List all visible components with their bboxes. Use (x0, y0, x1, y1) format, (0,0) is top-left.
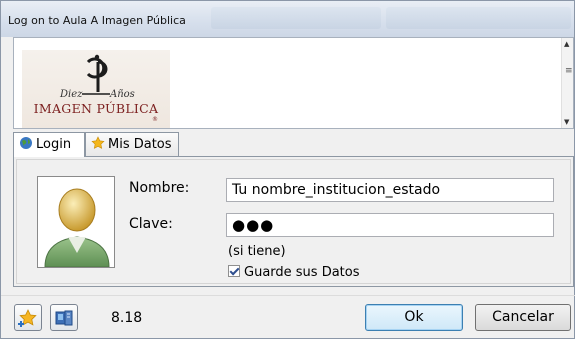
imagen-publica-logo: Diez Años ® Imagen Pública (22, 50, 170, 128)
login-panel-inner: Nombre: Tu nombre_institucion_estado Cla… (16, 159, 571, 284)
window-title: Log on to Aula A Imagen Pública (8, 14, 186, 27)
password-label: Clave: (129, 216, 173, 232)
name-input[interactable]: Tu nombre_institucion_estado (226, 178, 554, 202)
remember-checkbox[interactable]: Guarde sus Datos (228, 265, 360, 280)
title-bar[interactable]: Log on to Aula A Imagen Pública (1, 1, 574, 37)
password-input[interactable]: ●●● (226, 213, 554, 237)
star-add-icon (18, 308, 37, 327)
logo-emblem-icon: Diez Años ® (59, 54, 158, 123)
ok-button[interactable]: Ok (365, 304, 463, 331)
logo-signature-right: Años (109, 89, 135, 100)
tab-mis-datos[interactable]: Mis Datos (85, 132, 179, 156)
computer-button[interactable] (50, 304, 78, 331)
title-bar-decoration (211, 7, 381, 29)
password-hint: (si tiene) (228, 244, 286, 259)
checkbox-checked-icon[interactable] (228, 265, 240, 277)
svg-text:®: ® (152, 116, 158, 123)
user-silhouette-icon (44, 188, 110, 267)
login-window: Log on to Aula A Imagen Pública Diez Año… (0, 0, 575, 339)
name-label: Nombre: (129, 180, 190, 196)
footer-divider (1, 295, 575, 296)
scroll-down-icon[interactable]: ▼ (564, 118, 569, 126)
tab-mis-datos-label: Mis Datos (108, 137, 172, 152)
cancel-button[interactable]: Cancelar (475, 304, 571, 331)
globe-icon (19, 136, 33, 150)
version-label: 8.18 (111, 310, 143, 326)
tab-login-label: Login (36, 137, 72, 152)
scroll-up-icon[interactable]: ▲ (564, 40, 569, 48)
banner: Diez Años ® Imagen Pública ▲ ≡ ▼ (13, 37, 574, 129)
logo-wordmark: Imagen Pública (33, 101, 159, 116)
star-icon (91, 136, 105, 150)
logo-signature-left: Diez (59, 89, 83, 100)
scroll-grip-icon[interactable]: ≡ (565, 66, 573, 76)
tab-login[interactable]: Login (13, 132, 85, 157)
favorites-button[interactable] (14, 304, 42, 331)
user-avatar (37, 176, 115, 268)
login-panel: Nombre: Tu nombre_institucion_estado Cla… (13, 156, 574, 287)
title-bar-decoration (386, 7, 571, 29)
computer-icon (55, 310, 73, 325)
banner-scrollbar[interactable]: ▲ ≡ ▼ (561, 38, 573, 128)
remember-label: Guarde sus Datos (244, 265, 360, 280)
